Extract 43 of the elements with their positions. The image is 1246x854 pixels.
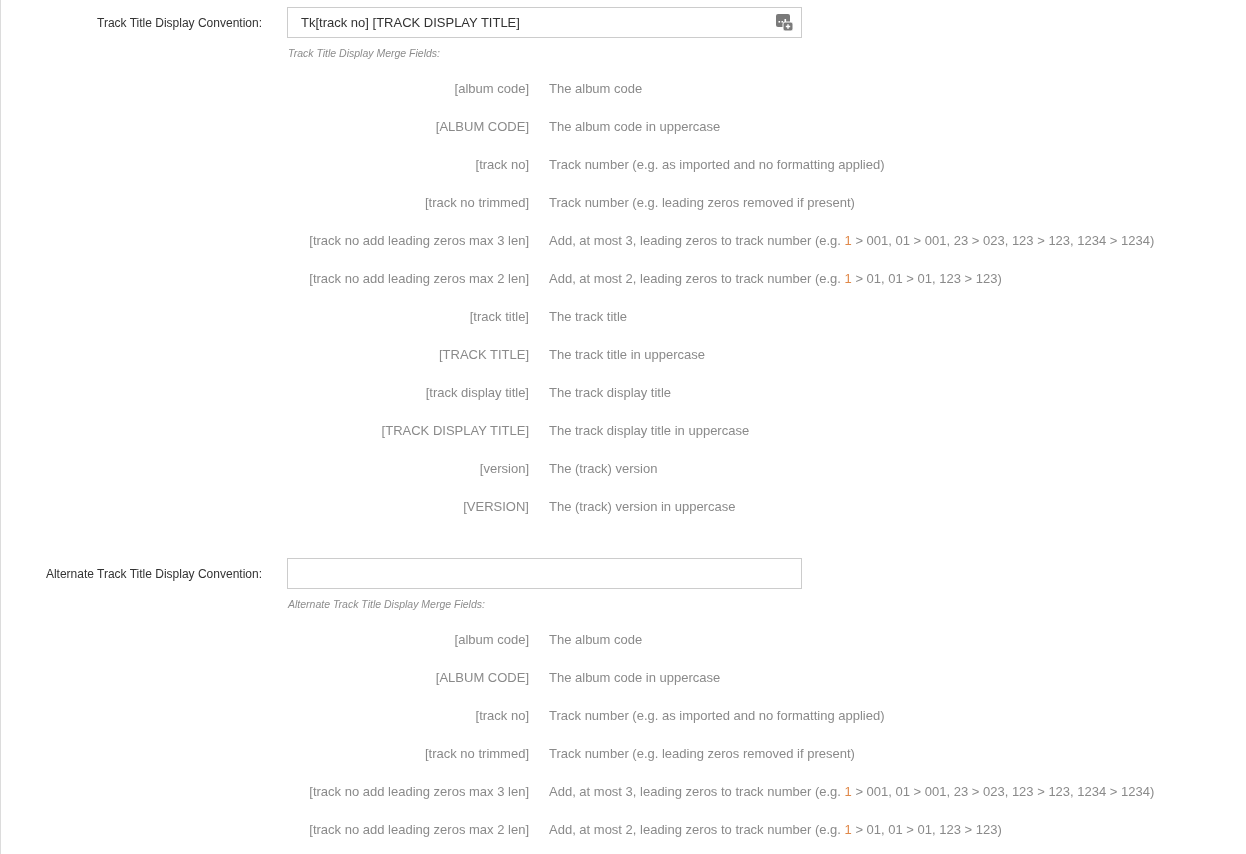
merge-field-code: [track display title]: [425, 384, 529, 400]
merge-field-code: [track no add leading zeros max 3 len]: [309, 232, 529, 248]
merge-field-code: [TRACK TITLE]: [438, 346, 529, 362]
merge-field-description: The album code in uppercase: [549, 669, 721, 685]
merge-field-description: The album code: [549, 631, 643, 647]
merge-field-code: [TRACK DISPLAY TITLE]: [381, 422, 529, 438]
merge-field-code: [track no]: [475, 156, 529, 172]
merge-field-description: Track number (e.g. as imported and no formatting applied): [549, 156, 885, 172]
help-text: Alternate Track Title Display Merge Fields:: [288, 597, 485, 611]
merge-field-code: [ALBUM CODE]: [435, 669, 529, 685]
merge-field-code: [album code]: [454, 80, 529, 96]
merge-field-description: Track number (e.g. leading zeros removed if present): [549, 194, 855, 210]
text-field[interactable]: [287, 558, 802, 589]
merge-field-description: The album code in uppercase: [549, 118, 721, 134]
help-text: Track Title Display Merge Fields:: [288, 46, 440, 60]
tile-plus-icon[interactable]: [776, 14, 793, 31]
merge-field-description: Add, at most 2, leading zeros to track number (e.g. 1 > 01, 01 > 01, 123 > 123): [549, 270, 1002, 286]
merge-field-code: [track title]: [469, 308, 529, 324]
merge-field-code: [track no add leading zeros max 2 len]: [309, 821, 529, 837]
merge-field-description: Add, at most 3, leading zeros to track number (e.g. 1 > 001, 01 > 001, 23 > 023, 123 > 123, 1234 > 1234): [549, 232, 1155, 248]
merge-field-description: Track number (e.g. as imported and no formatting applied): [549, 707, 885, 723]
text-field[interactable]: Tk[track no] [TRACK DISPLAY TITLE]: [287, 7, 802, 38]
field-label: Alternate Track Title Display Convention:: [45, 566, 262, 581]
merge-field-description: The track title: [549, 308, 628, 324]
merge-field-code: [track no trimmed]: [424, 194, 529, 210]
merge-field-code: [VERSION]: [463, 498, 529, 514]
merge-field-code: [track no trimmed]: [424, 745, 529, 761]
field-label: Track Title Display Convention:: [97, 15, 262, 30]
merge-field-code: [album code]: [454, 631, 529, 647]
merge-field-description: Track number (e.g. leading zeros removed if present): [549, 745, 855, 761]
merge-field-code: [version]: [479, 460, 529, 476]
merge-field-code: [track no]: [475, 707, 529, 723]
merge-field-description: The track title in uppercase: [549, 346, 706, 362]
merge-field-description: The (track) version in uppercase: [549, 498, 736, 514]
merge-field-description: Add, at most 2, leading zeros to track number (e.g. 1 > 01, 01 > 01, 123 > 123): [549, 821, 1002, 837]
merge-field-code: [track no add leading zeros max 2 len]: [309, 270, 529, 286]
merge-field-description: Add, at most 3, leading zeros to track number (e.g. 1 > 001, 01 > 001, 23 > 023, 123 > 123, 1234 > 1234): [549, 783, 1155, 799]
merge-field-description: The track display title: [549, 384, 672, 400]
merge-field-code: [ALBUM CODE]: [435, 118, 529, 134]
merge-field-code: [track no add leading zeros max 3 len]: [309, 783, 529, 799]
merge-field-description: The (track) version: [549, 460, 658, 476]
merge-field-description: The track display title in uppercase: [549, 422, 750, 438]
merge-field-description: The album code: [549, 80, 643, 96]
